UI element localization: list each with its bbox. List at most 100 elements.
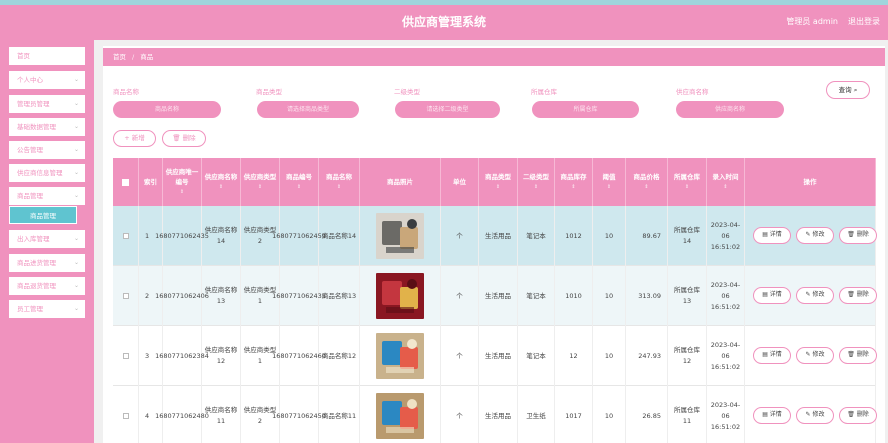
cell-product-name: 商品名称11 [319,386,360,443]
delete-button[interactable]: 🗑 删除 [839,407,877,424]
batch-delete-button[interactable]: 🗑 删除 [162,130,206,147]
row-checkbox[interactable] [122,353,129,359]
breadcrumb-separator: / [132,53,135,61]
edit-button[interactable]: ✎ 修改 [796,227,834,244]
product-table: 索引 供应商唯一编号 ⇕ 供应商名称 ⇕ 供应商类型 ⇕ 商品编号 ⇕ 商品名称 ⇕ 商品照片 单位 商品… [113,158,877,443]
sort-icon[interactable]: ⇕ [180,187,184,197]
product-type-select[interactable] [257,101,359,118]
sidebar-item-8[interactable]: 商品进货管理 ⌄ [9,254,85,272]
column-header-label: 商品价格 [633,173,660,181]
sidebar-item-4[interactable]: 公告管理 ⌄ [9,141,85,159]
sort-icon[interactable]: ⇕ [644,182,648,192]
sort-icon[interactable]: ⇕ [723,182,727,192]
column-header-4: 供应商类型 ⇕ [241,158,280,206]
cell-supplier-no: 1680771062384 [155,326,209,386]
sort-icon[interactable]: ⇕ [571,182,575,192]
chevron-down-icon: ⌄ [73,123,79,130]
logout-link[interactable]: 退出登录 [848,16,880,27]
product-photo[interactable] [376,393,424,439]
add-button[interactable]: + 新增 [113,130,156,147]
chevron-down-icon: ⌄ [73,76,79,83]
sidebar-item-2[interactable]: 管理员管理 ⌄ [9,95,85,113]
column-header-5: 商品编号 ⇕ [280,158,319,206]
edit-button[interactable]: ✎ 修改 [796,287,834,304]
product-photo[interactable] [376,273,424,319]
sidebar-item-0[interactable]: 首页 [9,47,85,65]
sidebar-item-6[interactable]: 商品管理 ⌄ [9,187,85,205]
detail-button[interactable]: ▤ 详情 [753,347,791,364]
product-photo[interactable] [376,333,424,379]
sort-icon[interactable]: ⇕ [607,182,611,192]
sort-icon[interactable]: ⇕ [496,182,500,192]
detail-button[interactable]: ▤ 详情 [753,227,791,244]
sidebar-item-label: 基础数据管理 [17,123,56,131]
column-header-label: 供应商类型 [243,173,277,181]
product-photo-cell [360,206,441,266]
sidebar-item-1[interactable]: 个人中心 ⌄ [9,71,85,89]
sort-icon[interactable]: ⇕ [297,182,301,192]
table-row: 4 1680771062480 供应商名称11 供应商类型2 1680771062450… [113,386,877,443]
sort-icon[interactable]: ⇕ [534,182,538,192]
sidebar-item-label: 出入库管理 [17,235,50,243]
detail-button[interactable]: ▤ 详情 [753,287,791,304]
product-name-input[interactable] [113,101,221,118]
sidebar-item-7[interactable]: 出入库管理 ⌄ [9,230,85,248]
sort-icon[interactable]: ⇕ [685,182,689,192]
chevron-down-icon: ⌄ [73,100,79,107]
sort-icon[interactable]: ⇕ [337,182,341,192]
chevron-down-icon: ⌄ [73,282,79,289]
sort-icon[interactable]: ⇕ [258,182,262,192]
cell-warehouse: 所属仓库13 [668,266,707,326]
delete-button[interactable]: 🗑 删除 [839,227,877,244]
product-photo[interactable] [376,213,424,259]
sidebar-item-3[interactable]: 基础数据管理 ⌄ [9,118,85,136]
cell-price: 247.93 [626,326,668,386]
sub-type-select[interactable] [395,101,500,118]
filter-label-warehouse: 所属仓库 [531,88,557,96]
cell-stock: 1010 [555,266,593,326]
delete-button[interactable]: 🗑 删除 [839,347,877,364]
sidebar-item-9[interactable]: 商品退货管理 ⌄ [9,277,85,295]
row-checkbox[interactable] [122,293,129,299]
cell-product-name: 商品名称13 [319,266,360,326]
edit-button[interactable]: ✎ 修改 [796,347,834,364]
query-button[interactable]: 查询 ⌕ [826,81,870,99]
supplier-name-input[interactable] [676,101,784,118]
sidebar-item-5[interactable]: 供应商信息管理 ⌄ [9,164,85,182]
chevron-down-icon: ⌄ [73,305,79,312]
cell-supplier-no: 1680771062435 [155,206,209,266]
sidebar-item-label: 个人中心 [17,76,43,84]
cell-unit: 个 [441,386,479,443]
filter-label-product-name: 商品名称 [113,88,139,96]
warehouse-input[interactable] [532,101,639,118]
cell-time: 2023-04-06 16:51:02 [707,206,745,266]
cell-sub-type: 笔记本 [518,206,555,266]
cell-supplier-no: 1680771062480 [155,386,209,443]
filter-label-supplier-name: 供应商名称 [676,88,709,96]
column-header-0[interactable] [113,158,139,206]
column-header-label: 供应商名称 [204,173,238,181]
sidebar-item-label: 供应商信息管理 [17,169,63,177]
edit-button[interactable]: ✎ 修改 [796,407,834,424]
product-photo-cell [360,326,441,386]
cell-supplier-name: 供应商名称11 [202,386,241,443]
row-checkbox[interactable] [122,233,129,239]
cell-product-type: 生活用品 [479,206,518,266]
cell-product-type: 生活用品 [479,386,518,443]
delete-button[interactable]: 🗑 删除 [839,287,877,304]
detail-button[interactable]: ▤ 详情 [753,407,791,424]
chevron-down-icon: ⌄ [73,146,79,153]
cell-stock: 12 [555,326,593,386]
cell-threshold: 10 [593,386,626,443]
column-header-label: 单位 [453,178,466,186]
sidebar-item-10[interactable]: 员工管理 ⌄ [9,300,85,318]
select-all-checkbox[interactable] [122,178,129,186]
sidebar-item-label: 商品管理 [17,192,43,200]
filter-label-product-type: 商品类型 [256,88,282,96]
sidebar-subitem-product-management[interactable]: 商品管理 [9,206,77,224]
row-checkbox[interactable] [122,413,129,419]
cell-stock: 1017 [555,386,593,443]
sort-icon[interactable]: ⇕ [219,182,223,192]
cell-price: 89.67 [626,206,668,266]
breadcrumb-home[interactable]: 首页 [113,53,126,61]
